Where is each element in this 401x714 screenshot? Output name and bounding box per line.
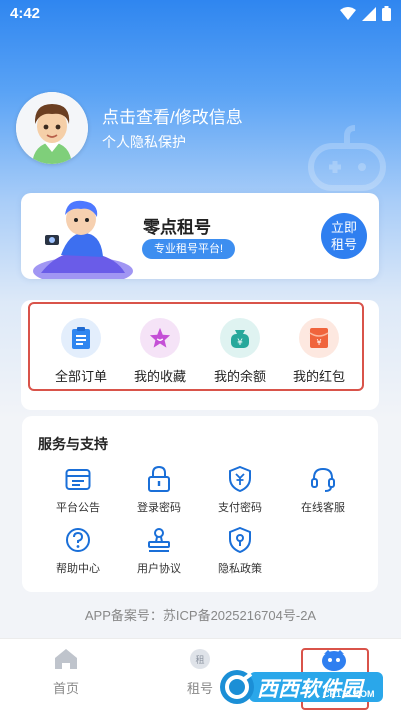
profile-name[interactable]: 点击查看/修改信息 bbox=[102, 103, 243, 128]
wallet-icon: ¥ bbox=[220, 318, 260, 358]
watermark-sub: CR173.COM bbox=[323, 689, 375, 699]
quick-action-label: 我的余额 bbox=[213, 369, 266, 384]
quick-action-all-orders[interactable]: 全部订单 bbox=[41, 318, 121, 385]
signal-icon bbox=[362, 6, 376, 21]
service-platform-notice[interactable]: 平台公告 bbox=[38, 463, 118, 515]
services-title: 服务与支持 bbox=[38, 436, 108, 452]
status-bar: 4:42 bbox=[0, 0, 401, 28]
headset-icon bbox=[307, 463, 339, 495]
service-label: 支付密码 bbox=[218, 502, 262, 514]
quick-action-balance[interactable]: ¥ 我的余额 bbox=[200, 318, 280, 385]
star-icon bbox=[140, 318, 180, 358]
rent-now-label-line1: 立即 bbox=[330, 220, 357, 235]
clipboard-icon bbox=[61, 318, 101, 358]
service-online-support[interactable]: 在线客服 bbox=[283, 463, 363, 515]
svg-text:¥: ¥ bbox=[237, 338, 243, 348]
banner-tag: 专业租号平台! bbox=[142, 239, 236, 259]
payment-shield-icon bbox=[224, 463, 256, 495]
rent-icon: 租 bbox=[190, 649, 210, 669]
quick-action-label: 全部订单 bbox=[54, 369, 107, 384]
wifi-icon bbox=[340, 7, 356, 20]
service-user-agreement[interactable]: 用户协议 bbox=[119, 524, 199, 576]
service-label: 帮助中心 bbox=[56, 563, 100, 575]
service-label: 平台公告 bbox=[56, 502, 100, 514]
mascot-illustration bbox=[33, 200, 133, 279]
lock-icon bbox=[143, 463, 175, 495]
service-label: 登录密码 bbox=[137, 502, 181, 514]
gamepad-icon bbox=[308, 125, 386, 191]
avatar[interactable] bbox=[16, 92, 88, 164]
battery-icon bbox=[382, 6, 391, 21]
stamp-icon bbox=[143, 524, 175, 556]
service-label: 隐私政策 bbox=[218, 563, 262, 575]
banner-title: 零点租号 bbox=[143, 218, 211, 237]
help-icon bbox=[62, 524, 94, 556]
status-time: 4:42 bbox=[10, 5, 41, 22]
service-payment-password[interactable]: 支付密码 bbox=[200, 463, 280, 515]
service-label: 用户协议 bbox=[137, 563, 181, 575]
icp-record: APP备案号：苏ICP备2025216704号-2A bbox=[84, 608, 317, 623]
quick-action-red-envelope[interactable]: ¥ 我的红包 bbox=[279, 318, 359, 385]
tab-label: 首页 bbox=[52, 681, 79, 696]
quick-action-label: 我的红包 bbox=[292, 369, 345, 384]
service-help-center[interactable]: 帮助中心 bbox=[38, 524, 118, 576]
quick-action-favorites[interactable]: 我的收藏 bbox=[120, 318, 200, 385]
rent-now-button[interactable]: 立即 租号 bbox=[321, 213, 367, 259]
privacy-pin-icon bbox=[224, 524, 256, 556]
red-envelope-icon: ¥ bbox=[299, 318, 339, 358]
privacy-protection-label: 个人隐私保护 bbox=[102, 134, 186, 150]
svg-text:¥: ¥ bbox=[316, 338, 321, 347]
service-login-password[interactable]: 登录密码 bbox=[119, 463, 199, 515]
status-icons bbox=[340, 6, 391, 21]
notice-icon bbox=[62, 463, 94, 495]
service-label: 在线客服 bbox=[301, 502, 345, 514]
quick-action-label: 我的收藏 bbox=[133, 369, 186, 384]
promo-banner[interactable]: 零点租号 专业租号平台! 立即 租号 bbox=[21, 193, 379, 279]
service-privacy-policy[interactable]: 隐私政策 bbox=[200, 524, 280, 576]
svg-text:租: 租 bbox=[195, 655, 204, 666]
rent-now-label-line2: 租号 bbox=[330, 237, 357, 252]
home-icon bbox=[55, 649, 77, 669]
tab-home[interactable]: 首页 bbox=[26, 647, 106, 697]
